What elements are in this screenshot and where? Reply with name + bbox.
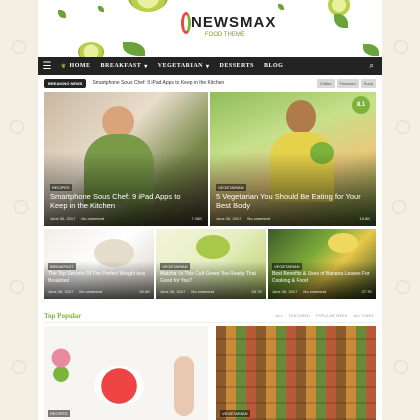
category-badge[interactable]: VEGETARIAN bbox=[160, 263, 190, 270]
view-count: 10.8K bbox=[359, 216, 370, 221]
page-container: NEWSMAX FOOD THEME ☰ ❦ HOME BREAKFAST ▾ VE… bbox=[38, 0, 382, 420]
tag-coffee[interactable]: Coffee bbox=[316, 78, 335, 88]
breaking-news-bar: BREAKING NEWS Smartphone Sous Chef: 9 iP… bbox=[38, 77, 382, 89]
main-nav: ☰ ❦ HOME BREAKFAST ▾ VEGETARIAN ▾ DESSERTS … bbox=[38, 57, 382, 75]
post-date: June 30, 2017 bbox=[216, 216, 242, 221]
category-badge[interactable]: VEGETARIAN bbox=[220, 410, 250, 417]
category-badge[interactable]: RECIPES bbox=[48, 410, 70, 417]
category-badge[interactable]: BREAKFAST bbox=[48, 263, 76, 270]
post-meta: June 30, 2017 No comment bbox=[160, 289, 214, 294]
featured-card[interactable]: 8.1 VEGETARIAN 5 Vegetarian You Should B… bbox=[210, 92, 376, 226]
view-count: 7.28K bbox=[191, 216, 202, 221]
category-badge[interactable]: VEGETARIAN bbox=[216, 184, 246, 191]
post-date: June 30, 2017 bbox=[272, 289, 298, 294]
chevron-down-icon: ▾ bbox=[206, 63, 210, 70]
view-count: 62.6K bbox=[139, 289, 150, 294]
post-meta: June 30, 2017 No comment bbox=[48, 289, 102, 294]
tab-all[interactable]: ALL bbox=[276, 314, 283, 318]
post-title[interactable]: Matcha: Is This Cult Green Tea Ready Tha… bbox=[160, 271, 264, 284]
site-logo[interactable]: NEWSMAX FOOD THEME bbox=[181, 10, 275, 44]
leaf-decoration bbox=[58, 10, 66, 18]
logo-subtitle: FOOD THEME bbox=[205, 32, 245, 38]
featured-card[interactable]: RECIPES Smartphone Sous Chef: 9 iPad App… bbox=[44, 92, 208, 226]
nav-item-blog[interactable]: BLOG bbox=[259, 63, 288, 69]
vegetables-illustration bbox=[216, 326, 376, 420]
banana-leaf-illustration bbox=[328, 233, 358, 253]
section-heading: Top Popular bbox=[44, 312, 82, 320]
post-date: June 30, 2017 bbox=[160, 289, 186, 294]
post-date: June 30, 2017 bbox=[50, 216, 76, 221]
breaking-news-label: BREAKING NEWS bbox=[44, 78, 87, 88]
post-meta: June 30, 2017 No comment bbox=[216, 216, 270, 221]
lime-decoration bbox=[78, 42, 104, 57]
view-count: 27.7K bbox=[361, 289, 372, 294]
rating-badge: 8.1 bbox=[352, 96, 370, 114]
section-tabs: ALL FEATURED POPULAR WEEK ALL TIMES bbox=[276, 314, 374, 318]
tag-featured[interactable]: Featured bbox=[336, 78, 359, 88]
menu-icon[interactable]: ☰ bbox=[38, 57, 56, 75]
flower-illustration bbox=[48, 346, 74, 386]
site-header: NEWSMAX FOOD THEME bbox=[38, 0, 382, 57]
tab-popular-week[interactable]: POPULAR WEEK bbox=[316, 314, 348, 318]
chevron-down-icon: ▾ bbox=[144, 63, 148, 70]
post-title[interactable]: The Top Secrets Of The Perfect Weight lo… bbox=[48, 271, 152, 284]
tag-list: Coffee Featured Soup bbox=[316, 78, 376, 88]
logo-mark bbox=[181, 12, 191, 34]
comment-count[interactable]: No comment bbox=[191, 289, 214, 294]
post-card[interactable]: VEGETARIAN Best Benefits & Uses of Banan… bbox=[268, 229, 376, 299]
section-divider bbox=[44, 322, 376, 323]
nav-item-desserts[interactable]: DESSERTS bbox=[215, 63, 259, 69]
comment-count[interactable]: No comment bbox=[79, 289, 102, 294]
comment-count[interactable]: No comment bbox=[303, 289, 326, 294]
category-badge[interactable]: RECIPES bbox=[50, 184, 72, 191]
leaf-decoration bbox=[123, 42, 145, 56]
nav-item-home[interactable]: ❦ HOME bbox=[56, 63, 96, 70]
nav-item-vegetarian[interactable]: VEGETARIAN ▾ bbox=[153, 63, 215, 70]
post-date: June 30, 2017 bbox=[48, 289, 74, 294]
woman-illustration bbox=[286, 100, 316, 134]
popular-card[interactable]: RECIPES bbox=[44, 326, 208, 420]
tea-cup-illustration bbox=[196, 235, 230, 259]
category-badge[interactable]: VEGETARIAN bbox=[272, 263, 302, 270]
post-title[interactable]: 5 Vegetarian You Should Be Eating for Yo… bbox=[216, 192, 368, 210]
lime-decoration bbox=[128, 0, 168, 12]
leaf-icon: ❦ bbox=[61, 63, 67, 70]
comment-count[interactable]: No comment bbox=[81, 216, 104, 221]
comment-count[interactable]: No comment bbox=[247, 216, 270, 221]
search-icon[interactable]: ⌕ bbox=[370, 61, 374, 71]
bowl-illustration bbox=[94, 366, 144, 406]
popular-card[interactable]: VEGETARIAN bbox=[216, 326, 376, 420]
leaf-decoration bbox=[363, 44, 379, 56]
post-card[interactable]: VEGETARIAN Matcha: Is This Cult Green Te… bbox=[156, 229, 266, 299]
view-count: 53.7K bbox=[251, 289, 262, 294]
post-title[interactable]: Smartphone Sous Chef: 9 iPad Apps to Kee… bbox=[50, 192, 200, 210]
post-meta: June 30, 2017 No comment bbox=[272, 289, 326, 294]
leaf-decoration bbox=[98, 6, 104, 12]
post-title[interactable]: Best Benefits & Uses of Banana Leaves Fo… bbox=[272, 271, 374, 284]
post-meta: June 30, 2017 No comment bbox=[50, 216, 104, 221]
nav-item-breakfast[interactable]: BREAKFAST ▾ bbox=[96, 63, 153, 70]
post-card[interactable]: BREAKFAST The Top Secrets Of The Perfect… bbox=[44, 229, 154, 299]
logo-title: NEWSMAX bbox=[191, 14, 277, 31]
breaking-news-link[interactable]: Smartphone Sous Chef: 9 iPad Apps to Kee… bbox=[92, 80, 224, 86]
tag-soup[interactable]: Soup bbox=[360, 78, 376, 88]
hand-illustration bbox=[174, 356, 194, 416]
tab-all-times[interactable]: ALL TIMES bbox=[354, 314, 374, 318]
tab-featured[interactable]: FEATURED bbox=[289, 314, 310, 318]
leaf-decoration bbox=[334, 14, 348, 28]
leaf-decoration bbox=[278, 4, 284, 10]
